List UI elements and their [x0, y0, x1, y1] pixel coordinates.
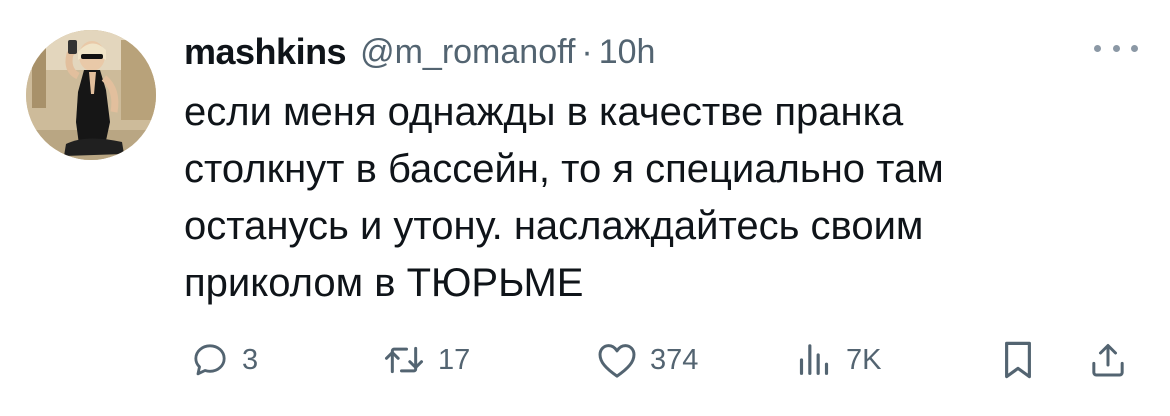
timestamp[interactable]: 10h [599, 33, 656, 72]
action-bar: 3 17 374 7K [184, 336, 1144, 384]
header-separator: · [581, 32, 593, 71]
reply-count: 3 [242, 343, 259, 376]
tweet-text-line: останусь и утону. наслаждайтесь своим [184, 204, 924, 248]
tweet-header: mashkins @m_romanoff · 10h [184, 30, 655, 74]
reply-icon [194, 344, 226, 376]
like-count: 374 [650, 343, 699, 376]
tweet-text-line: приколом в ТЮРЬМЕ [184, 261, 584, 305]
tweet-text: если меня однажды в качестве пранка стол… [184, 84, 1084, 312]
retweet-button[interactable]: 17 [382, 336, 470, 384]
display-name[interactable]: mashkins [184, 31, 347, 73]
more-dot [1112, 44, 1120, 52]
more-dot [1131, 44, 1138, 52]
tweet-card[interactable]: mashkins @m_romanoff · 10h если меня одн… [0, 0, 1170, 416]
views-button[interactable]: 7K [794, 336, 881, 384]
share-icon [1092, 344, 1124, 377]
like-button[interactable]: 374 [596, 336, 698, 384]
reply-button[interactable]: 3 [190, 336, 258, 384]
bookmark-button[interactable] [1000, 336, 1036, 384]
more-options-icon[interactable] [1094, 36, 1138, 60]
avatar-photo-icon [26, 30, 156, 160]
more-dot [1094, 44, 1101, 52]
tweet-text-line: если меня однажды в качестве пранка [184, 90, 904, 134]
views-chart-icon [799, 344, 829, 375]
avatar[interactable] [26, 30, 156, 160]
tweet-text-line: столкнут в бассейн, то я специально там [184, 147, 944, 191]
retweet-icon [385, 346, 423, 374]
bookmark-icon [1005, 341, 1031, 379]
retweet-count: 17 [438, 343, 471, 376]
heart-icon [598, 344, 636, 378]
views-count: 7K [846, 343, 882, 376]
share-button[interactable] [1088, 336, 1128, 384]
user-handle[interactable]: @m_romanoff [360, 33, 575, 72]
